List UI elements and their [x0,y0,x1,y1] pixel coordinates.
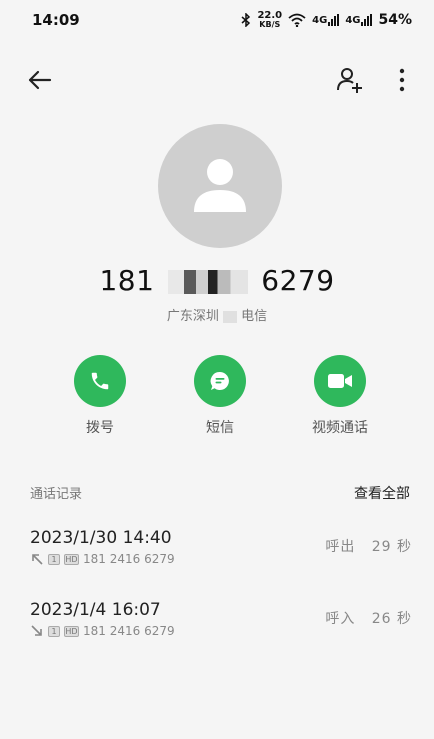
battery-level: 54% [378,12,412,28]
location-suffix: 电信 [241,309,268,324]
signal-1-label: 4G [312,15,328,26]
top-bar [0,62,434,98]
signal-bars-icon [328,14,340,26]
record-direction: 呼出 [325,539,356,555]
video-call-button[interactable]: 视频通话 [295,355,385,437]
call-button[interactable]: 拨号 [55,355,145,437]
record-datetime: 2023/1/4 16:07 [30,600,161,620]
wifi-icon [288,13,306,27]
bluetooth-icon [241,13,251,27]
record-details: 1 HD 181 2416 6279 [30,552,175,566]
record-direction: 呼入 [325,611,356,627]
contact-number: 181 6279 [0,264,434,297]
record-number: 181 2416 6279 [83,552,175,566]
call-label: 拨号 [86,420,114,436]
add-contact-button[interactable] [336,66,364,94]
number-suffix: 6279 [261,264,335,297]
call-log-title: 通话记录 [30,487,83,502]
more-options-button[interactable] [392,66,412,94]
add-person-icon [337,68,362,93]
hd-badge: HD [64,553,79,565]
location-redaction [223,310,237,323]
number-redaction [167,270,248,294]
net-speed: 22.0 KB/S [257,11,282,29]
hd-badge: HD [64,625,79,637]
record-number: 181 2416 6279 [83,624,175,638]
call-circle[interactable] [74,355,126,407]
view-all-link[interactable]: 查看全部 [354,483,410,503]
outgoing-call-icon [32,554,43,565]
incoming-call-icon [31,625,42,636]
back-button[interactable] [26,66,54,94]
sim-badge: 1 [48,625,60,637]
signal-2-label: 4G [345,15,361,26]
record-duration-value: 29 秒 [371,539,412,555]
record-details: 1 HD 181 2416 6279 [30,624,175,638]
sms-circle[interactable] [194,355,246,407]
status-icons: 22.0 KB/S 4G 4G 54% [241,11,412,29]
more-vertical-icon [399,68,405,92]
call-record-item[interactable]: 2023/1/30 14:40 1 HD 181 2416 6279 呼出 29… [30,528,412,578]
video-camera-icon [328,374,352,388]
signal-2: 4G [345,14,373,26]
sms-label: 短信 [206,420,234,436]
number-prefix: 181 [99,264,155,297]
signal-1: 4G [312,14,340,26]
signal-bars-icon [361,14,373,26]
video-label: 视频通话 [312,420,368,436]
back-arrow-icon [28,70,52,90]
contact-avatar [158,124,282,248]
call-log-header: 通话记录 查看全部 [30,483,410,503]
phone-icon [91,372,109,390]
record-duration-value: 26 秒 [371,611,412,627]
sms-button[interactable]: 短信 [175,355,265,437]
call-record-item[interactable]: 2023/1/4 16:07 1 HD 181 2416 6279 呼入 26 … [30,600,412,650]
status-time: 14:09 [32,11,80,29]
record-duration: 呼入 26 秒 [325,608,412,628]
status-bar: 14:09 22.0 KB/S 4G 4G 54% [0,0,434,40]
record-datetime: 2023/1/30 14:40 [30,528,172,548]
person-icon [194,159,246,212]
action-row: 拨号 短信 视频通话 [0,355,434,445]
message-icon [210,371,229,390]
record-duration: 呼出 29 秒 [325,536,412,556]
sim-badge: 1 [48,553,60,565]
contact-location: 广东深圳 电信 [0,305,434,324]
net-speed-unit: KB/S [259,20,281,29]
video-circle[interactable] [314,355,366,407]
location-prefix: 广东深圳 [166,309,219,324]
